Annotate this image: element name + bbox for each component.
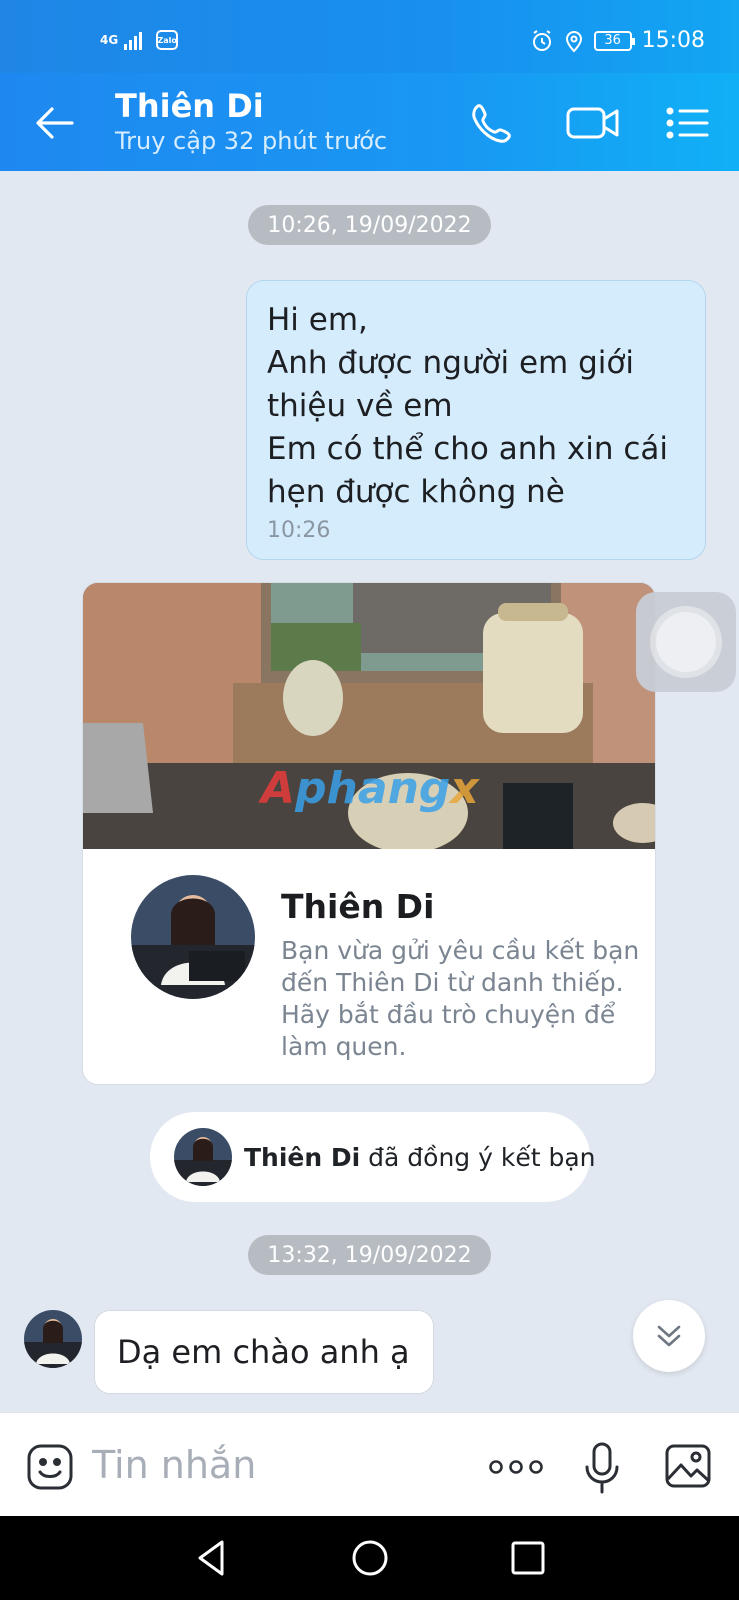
signal-icon: [124, 30, 143, 50]
microphone-icon[interactable]: [584, 1441, 620, 1495]
avatar[interactable]: [174, 1128, 232, 1186]
last-seen-status: Truy cập 32 phút trước: [115, 127, 388, 155]
double-chevron-down-icon: [657, 1325, 681, 1347]
scroll-to-bottom-button[interactable]: [633, 1300, 705, 1372]
avatar[interactable]: [131, 875, 255, 999]
card-description: Bạn vừa gửi yêu cầu kết bạn đến Thiên Di…: [281, 936, 640, 1061]
friend-accepted-notice: Thiên Di đã đồng ý kết bạn: [150, 1112, 596, 1202]
contact-card[interactable]: Aphangx Thiên Di Bạn vừa gửi yêu cầu kết…: [82, 582, 656, 1085]
zalo-notification-icon: Zalo: [156, 30, 179, 50]
phone-icon[interactable]: [468, 101, 518, 145]
nav-back-icon[interactable]: [192, 1538, 232, 1578]
nav-home-icon[interactable]: [350, 1538, 390, 1578]
card-contact-name: Thiên Di: [281, 887, 435, 926]
message-input[interactable]: [92, 1435, 452, 1495]
chat-header: Thiên Di Truy cập 32 phút trước: [0, 73, 739, 171]
arrow-left-icon[interactable]: [34, 103, 76, 143]
message-line: Anh được người em giới: [267, 345, 634, 381]
status-left: 4G Zalo: [100, 30, 179, 50]
message-input-bar: [0, 1412, 739, 1516]
status-bar: 4G Zalo 36 15:08: [0, 0, 739, 73]
message-line: thiệu về em: [267, 388, 453, 424]
alarm-icon: [532, 29, 551, 51]
status-right: 36 15:08: [530, 28, 705, 53]
list-menu-icon[interactable]: [666, 101, 710, 145]
incoming-message[interactable]: Dạ em chào anh ạ: [94, 1310, 434, 1394]
location-icon: [565, 30, 582, 52]
cover-photo: Aphangx: [83, 583, 655, 849]
battery-icon: 36: [593, 30, 635, 51]
network-type: 4G: [100, 33, 119, 47]
image-icon[interactable]: [664, 1443, 712, 1489]
status-time: 15:08: [641, 28, 705, 53]
message-line: Hi em,: [267, 302, 368, 338]
message-line: Em có thể cho anh xin cái: [267, 431, 669, 467]
contact-name[interactable]: Thiên Di: [115, 87, 264, 125]
friend-notice-text: Thiên Di đã đồng ý kết bạn: [244, 1143, 596, 1172]
watermark-text: Aphangx: [258, 763, 480, 814]
emoji-icon[interactable]: [26, 1443, 74, 1491]
assistive-touch-button[interactable]: [636, 592, 736, 692]
system-navigation-bar: [0, 1516, 739, 1600]
nav-recents-icon[interactable]: [508, 1538, 548, 1578]
video-camera-icon[interactable]: [565, 101, 621, 145]
friend-notice-message: đã đồng ý kết bạn: [368, 1142, 596, 1172]
message-line: hẹn được không nè: [267, 474, 565, 510]
timestamp-divider: 13:32, 19/09/2022: [248, 1235, 491, 1275]
more-dots-icon[interactable]: [488, 1459, 544, 1475]
avatar[interactable]: [24, 1310, 82, 1368]
timestamp-divider: 10:26, 19/09/2022: [248, 205, 491, 245]
message-time: 10:26: [267, 518, 331, 543]
outgoing-message[interactable]: Hi em, Anh được người em giới thiệu về e…: [246, 280, 706, 560]
friend-notice-name: Thiên Di: [244, 1142, 361, 1172]
